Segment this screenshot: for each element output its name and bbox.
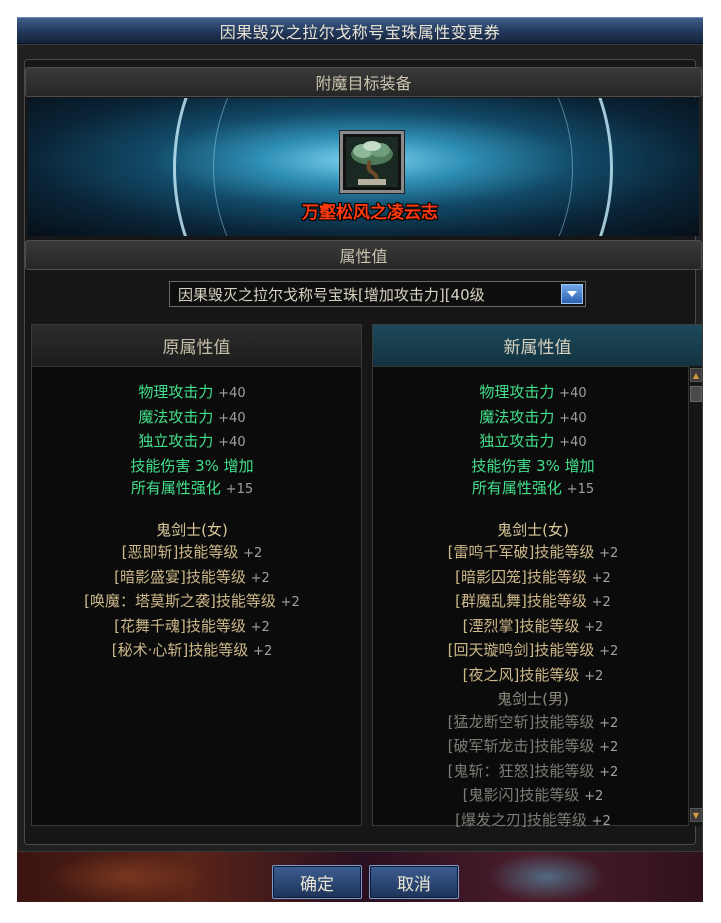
original-attributes-panel: 原属性值 物理攻击力 +40 魔法攻击力 +40 独立攻击力 +40 技能伤害 …	[31, 324, 362, 826]
stat-line: 所有属性强化 +15	[130, 479, 254, 497]
original-attributes-list: 物理攻击力 +40 魔法攻击力 +40 独立攻击力 +40 技能伤害 3% 增加…	[32, 381, 352, 664]
target-item-name: 万壑松风之凌云志	[302, 203, 438, 223]
stat-line: 技能伤害 3% 增加	[471, 456, 595, 475]
stat-line: 所有属性强化 +15	[471, 479, 595, 497]
stat-line: 独立攻击力 +40	[479, 432, 587, 450]
new-attributes-scrollbar[interactable]: ▲ ▼	[688, 366, 702, 826]
skill-line: [夜之风]技能等级 +2	[462, 665, 604, 684]
window-title: 因果毁灭之拉尔戈称号宝珠属性变更券	[219, 22, 501, 42]
bonsai-pine-icon[interactable]	[340, 131, 404, 193]
scroll-down-icon[interactable]: ▼	[690, 808, 702, 822]
class-name: 鬼剑士(女)	[156, 520, 228, 539]
class-name: 鬼剑士(女)	[497, 520, 569, 539]
skill-line: [唤魔：塔莫斯之袭]技能等级 +2	[84, 592, 300, 610]
scroll-up-icon[interactable]: ▲	[690, 368, 702, 382]
stat-line: 物理攻击力 +40	[479, 383, 587, 401]
attribute-section-header: 属性值	[25, 240, 702, 270]
target-section-header: 附魔目标装备	[25, 67, 702, 97]
class-name-secondary: 鬼剑士(男)	[497, 690, 569, 708]
stat-line: 技能伤害 3% 增加	[130, 456, 254, 475]
scrollbar-thumb[interactable]	[690, 386, 702, 402]
new-attributes-title: 新属性值	[373, 325, 702, 367]
stat-line: 魔法攻击力 +40	[138, 407, 246, 426]
stat-line: 物理攻击力 +40	[138, 383, 246, 401]
skill-line: [湮烈掌]技能等级 +2	[462, 616, 604, 635]
attribute-select-value: 因果毁灭之拉尔戈称号宝珠[增加攻击力][40级	[178, 285, 485, 304]
skill-line-secondary: [破军斩龙击]技能等级 +2	[447, 737, 619, 755]
skill-line: [秘术·心斩]技能等级 +2	[111, 641, 273, 659]
skill-line: [雷鸣千军破]技能等级 +2	[447, 543, 619, 561]
cancel-button[interactable]: 取消	[369, 865, 459, 899]
skill-line-secondary: [猛龙断空斩]技能等级 +2	[447, 712, 619, 731]
attribute-select[interactable]: 因果毁灭之拉尔戈称号宝珠[增加攻击力][40级	[169, 281, 586, 307]
skill-line: [回天璇鸣剑]技能等级 +2	[447, 641, 619, 659]
skill-line-secondary: [鬼影闪]技能等级 +2	[462, 786, 604, 804]
confirm-button[interactable]: 确定	[272, 865, 362, 899]
stat-line: 独立攻击力 +40	[138, 432, 246, 450]
chevron-down-icon[interactable]	[561, 284, 583, 304]
new-attributes-panel: 新属性值 物理攻击力 +40 魔法攻击力 +40 独立攻击力 +40 技能伤害 …	[372, 324, 703, 829]
skill-line-secondary: [鬼斩：狂怒]技能等级 +2	[447, 761, 619, 780]
skill-line: [群魔乱舞]技能等级 +2	[455, 592, 611, 610]
skill-line: [暗影盛宴]技能等级 +2	[114, 567, 270, 586]
skill-line-secondary: [爆发之刃]技能等级 +2	[455, 810, 611, 829]
stat-line: 魔法攻击力 +40	[479, 407, 587, 426]
window-titlebar[interactable]: 因果毁灭之拉尔戈称号宝珠属性变更券	[17, 17, 703, 44]
skill-line: [花舞千魂]技能等级 +2	[114, 616, 270, 635]
new-attributes-list: 物理攻击力 +40 魔法攻击力 +40 独立攻击力 +40 技能伤害 3% 增加…	[373, 381, 693, 833]
skill-line: [暗影囚笼]技能等级 +2	[455, 567, 611, 586]
original-attributes-title: 原属性值	[32, 325, 361, 367]
skill-line: [恶即斩]技能等级 +2	[121, 543, 263, 561]
